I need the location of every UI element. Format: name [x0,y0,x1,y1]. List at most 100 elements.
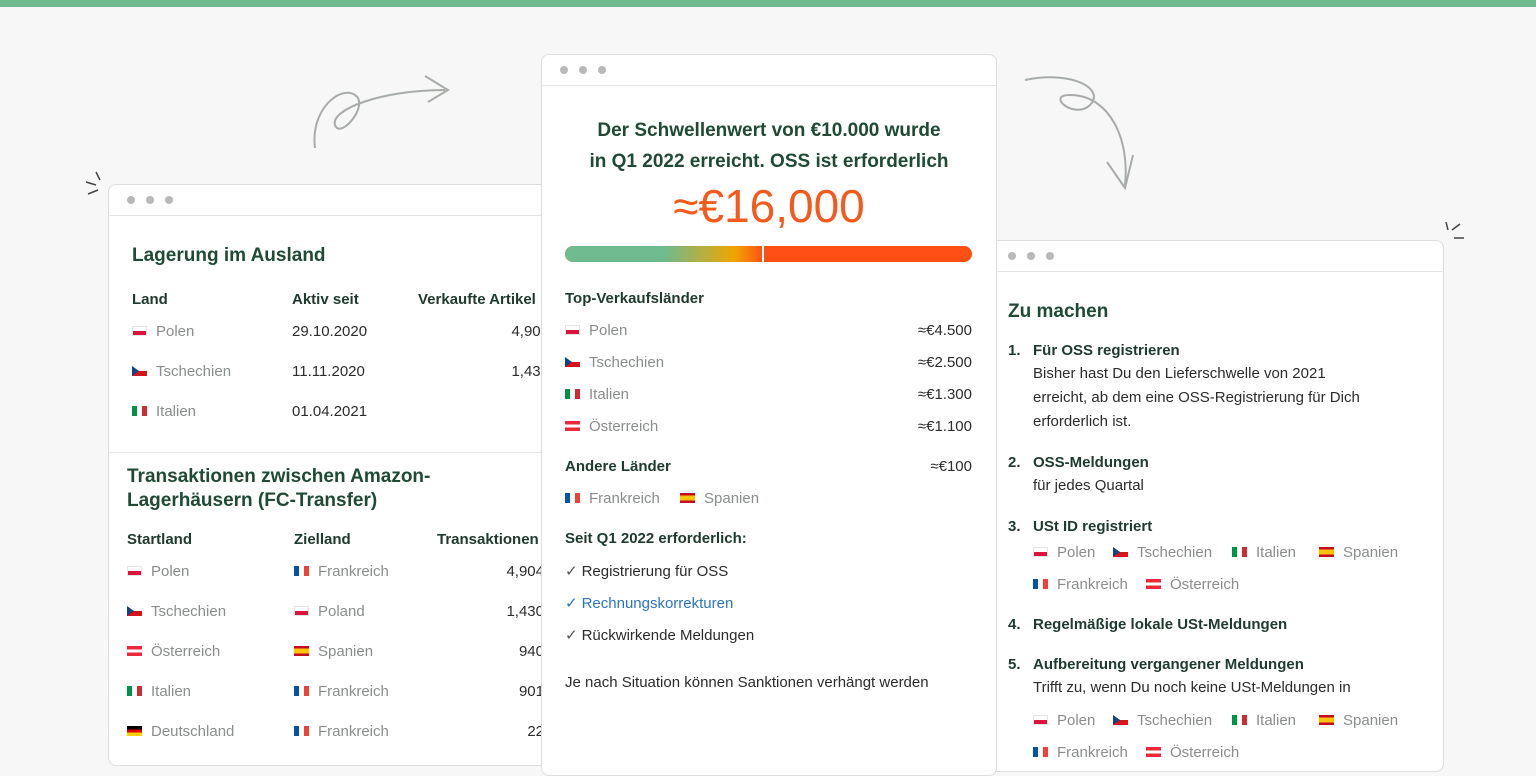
todo-number: 5. [1008,656,1021,673]
todo-number: 2. [1008,454,1021,471]
curved-arrow-right-icon [1024,76,1134,191]
france-flag-icon [294,686,309,697]
col-target-country: Zielland [294,531,351,548]
other-countries-title: Andere Länder [565,458,671,475]
target-country: Spanien [294,643,373,660]
threshold-marker [762,246,764,262]
austria-flag-icon [1146,579,1161,590]
table-row: Polen [127,563,189,580]
todo-item-title: Aufbereitung vergangener Meldungen [1033,656,1304,673]
col-transactions: Transaktionen [437,531,539,548]
list-item: Polen [565,322,627,339]
todo-number: 4. [1008,616,1021,633]
required-title: Seit Q1 2022 erforderlich: [565,530,747,547]
todo-title: Zu machen [1008,301,1109,322]
czech-flag-icon [1113,715,1128,726]
todo-card: Zu machen 1. Für OSS registrieren Bisher… [985,240,1444,772]
austria-flag-icon [1146,747,1161,758]
table-row: Polen [132,323,194,340]
czech-flag-icon [132,366,147,377]
other-countries-value: ≈€100 [930,458,972,475]
transactions-value: 901 [518,683,544,700]
country-spanien: Spanien [680,490,759,507]
poland-flag-icon [1033,715,1048,726]
required-item: ✓ Rückwirkende Meldungen [565,627,755,644]
poland-flag-icon [565,325,580,336]
fc-transfer-title: Transaktionen zwischen Amazon- Lagerhäus… [127,466,431,511]
todo-item-title: USt ID registriert [1033,518,1153,535]
top-accent-bar [0,0,1536,7]
austria-flag-icon [127,646,142,657]
threshold-progress-bar [565,246,972,262]
list-item: Italien [565,386,629,403]
invoice-corrections-link[interactable]: ✓ Rechnungskorrekturen [565,594,733,612]
sold-value: 6 [469,403,549,420]
col-land: Land [132,291,168,308]
list-item: Österreich [565,418,658,435]
poland-flag-icon [1033,547,1048,558]
col-start-country: Startland [127,531,193,548]
threshold-amount: ≈€16,000 [673,180,865,232]
spain-flag-icon [680,493,695,504]
transactions-value: 22 [527,723,544,740]
todo-item-title: OSS-Meldungen [1033,454,1149,471]
curved-arrow-left-icon [313,75,450,149]
storage-title: Lagerung im Ausland [132,245,326,266]
italy-flag-icon [565,389,580,400]
target-country: Frankreich [294,683,389,700]
storage-card: Lagerung im Ausland Land Aktiv seit Verk… [108,184,590,766]
country-oesterreich: Österreich [1146,744,1239,761]
country-frankreich: Frankreich [1033,744,1128,761]
check-icon: ✓ [565,627,578,644]
italy-flag-icon [132,406,147,417]
france-flag-icon [1033,579,1048,590]
sparkle-left-icon [85,171,101,195]
table-row: Österreich [127,643,220,660]
transactions-value: 1,430 [506,603,544,620]
window-chrome [109,185,589,216]
check-icon: ✓ [565,595,578,612]
section-divider [109,452,589,453]
country-polen: Polen [1033,544,1095,561]
todo-item-title: Für OSS registrieren [1033,342,1180,359]
germany-flag-icon [127,726,142,737]
target-country: Poland [294,603,365,620]
country-value: ≈€4.500 [917,322,972,339]
table-row: Tschechien [127,603,226,620]
table-row: Deutschland [127,723,234,740]
sparkle-right-icon [1445,221,1464,239]
country-polen: Polen [1033,712,1095,729]
check-icon: ✓ [565,563,578,580]
list-item: Tschechien [565,354,664,371]
active-since-value: 11.11.2020 [292,363,365,380]
country-italien: Italien [1232,712,1296,729]
poland-flag-icon [294,606,309,617]
country-spanien: Spanien [1319,544,1398,561]
country-spanien: Spanien [1319,712,1398,729]
transactions-value: 940 [518,643,544,660]
italy-flag-icon [127,686,142,697]
country-value: ≈€2.500 [917,354,972,371]
progress-fill [565,246,765,262]
sold-value: 4,904 [511,323,549,340]
table-row: Italien [132,403,196,420]
todo-item-title: Regelmäßige lokale USt-Meldungen [1033,616,1288,633]
threshold-headline: Der Schwellenwert von €10.000 wurde in Q… [589,120,949,172]
transactions-value: 4,904 [506,563,544,580]
target-country: Frankreich [294,563,389,580]
czech-flag-icon [1113,547,1128,558]
window-chrome [542,55,996,86]
top-countries-title: Top-Verkaufsländer [565,290,704,307]
todo-item-body: Bisher hast Du den Lieferschwelle von 20… [1033,365,1360,430]
poland-flag-icon [132,326,147,337]
active-since-value: 01.04.2021 [292,403,368,420]
col-sold: Verkaufte Artikel [418,291,536,308]
italy-flag-icon [1232,547,1247,558]
czech-flag-icon [565,357,580,368]
table-row: Italien [127,683,191,700]
todo-number: 1. [1008,342,1021,359]
country-italien: Italien [1232,544,1296,561]
sold-value: 1,430 [511,363,549,380]
poland-flag-icon [127,566,142,577]
country-oesterreich: Österreich [1146,576,1239,593]
